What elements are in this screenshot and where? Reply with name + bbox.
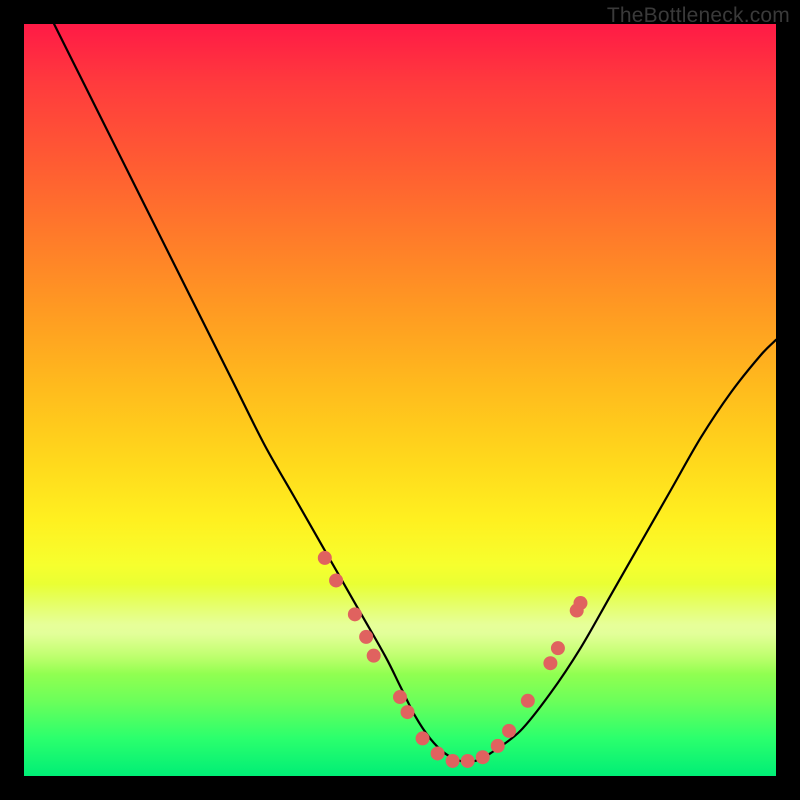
marker-dot <box>502 724 516 738</box>
highlight-markers <box>318 551 588 768</box>
marker-dot <box>521 694 535 708</box>
marker-dot <box>461 754 475 768</box>
marker-dot <box>401 705 415 719</box>
marker-dot <box>348 607 362 621</box>
marker-dot <box>573 596 587 610</box>
marker-dot <box>416 731 430 745</box>
chart-svg <box>24 24 776 776</box>
marker-dot <box>329 573 343 587</box>
marker-dot <box>543 656 557 670</box>
marker-dot <box>393 690 407 704</box>
marker-dot <box>367 649 381 663</box>
marker-dot <box>431 746 445 760</box>
marker-dot <box>359 630 373 644</box>
watermark-text: TheBottleneck.com <box>607 4 790 28</box>
bottleneck-curve <box>54 24 776 762</box>
marker-dot <box>491 739 505 753</box>
marker-dot <box>318 551 332 565</box>
marker-dot <box>446 754 460 768</box>
marker-dot <box>551 641 565 655</box>
chart-frame <box>24 24 776 776</box>
marker-dot <box>476 750 490 764</box>
